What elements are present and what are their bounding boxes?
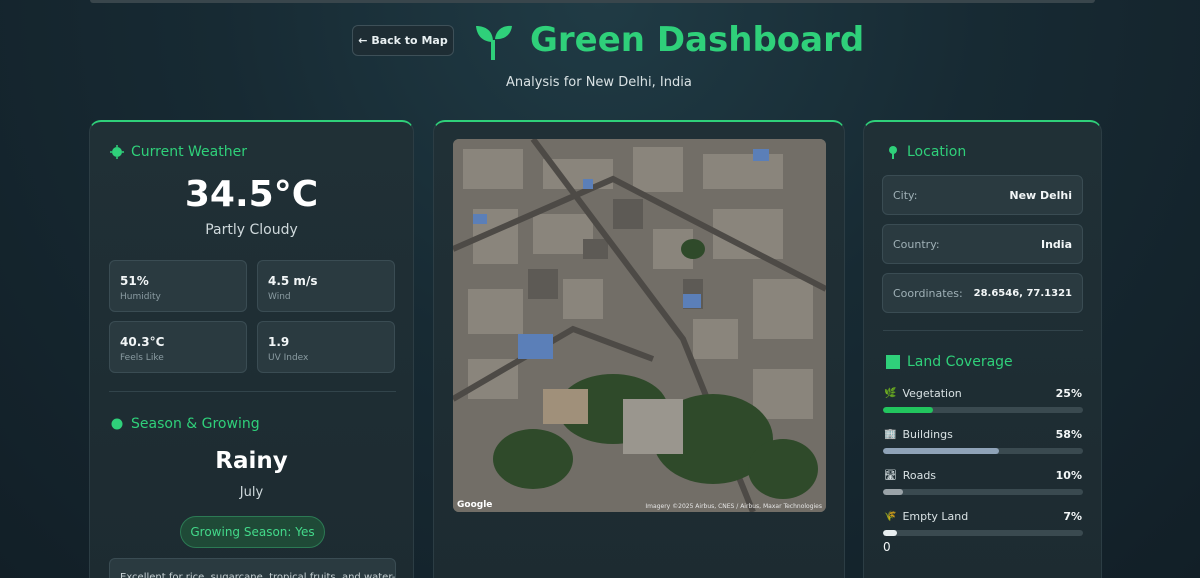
- weather-heading: Current Weather: [110, 144, 247, 160]
- weather-condition: Partly Cloudy: [205, 222, 298, 238]
- vegetation-bar-fill: [883, 407, 933, 413]
- map-pin-icon: [889, 146, 897, 159]
- field-icon: 🌾: [884, 511, 897, 522]
- feels-like-stat: 40.3°C Feels Like: [109, 321, 247, 373]
- wind-value: 4.5 m/s: [268, 274, 318, 288]
- humidity-label: Humidity: [120, 292, 161, 302]
- back-to-map-button[interactable]: ← Back to Map: [352, 25, 454, 56]
- city-value: New Delhi: [1009, 189, 1072, 202]
- square-icon: [886, 355, 900, 369]
- weather-heading-label: Current Weather: [131, 144, 247, 160]
- map-credit: Imagery ©2025 Airbus, CNES / Airbus, Max…: [645, 503, 822, 510]
- empty-land-label-text: Empty Land: [902, 510, 969, 523]
- humidity-stat: 51% Humidity: [109, 260, 247, 312]
- city-row: City: New Delhi: [882, 175, 1083, 215]
- growing-season-badge: Growing Season: Yes: [180, 516, 325, 548]
- roads-label-text: Roads: [902, 469, 937, 482]
- country-row: Country: India: [882, 224, 1083, 264]
- sun-icon: [111, 418, 123, 430]
- road-icon: 🛣: [884, 470, 897, 481]
- land-coverage-heading-label: Land Coverage: [907, 354, 1013, 370]
- section-divider: [883, 330, 1083, 331]
- temperature-value: 34.5°C: [184, 174, 319, 215]
- roads-percent: 10%: [1055, 469, 1082, 482]
- crop-advice: Excellent for rice, sugarcane, tropical …: [109, 558, 396, 578]
- sprout-logo-icon: [476, 25, 512, 60]
- uv-index-stat: 1.9 UV Index: [257, 321, 395, 373]
- page-title: Green Dashboard: [530, 20, 865, 60]
- location-card: Location City: New Delhi Country: India …: [863, 120, 1102, 578]
- wind-stat: 4.5 m/s Wind: [257, 260, 395, 312]
- vegetation-label: 🌿 Vegetation: [884, 387, 962, 400]
- satellite-map[interactable]: Google Imagery ©2025 Airbus, CNES / Airb…: [453, 139, 826, 512]
- country-value: India: [1041, 238, 1072, 251]
- buildings-bar: [883, 448, 1083, 454]
- stray-value: 0: [883, 540, 891, 554]
- map-card: Google Imagery ©2025 Airbus, CNES / Airb…: [433, 120, 845, 578]
- buildings-label-text: Buildings: [902, 428, 953, 441]
- building-icon: 🏢: [884, 429, 897, 440]
- feels-like-value: 40.3°C: [120, 335, 165, 349]
- coordinates-key: Coordinates:: [893, 287, 963, 300]
- weather-icon: [110, 145, 124, 159]
- empty-land-label: 🌾 Empty Land: [884, 510, 968, 523]
- roads-label: 🛣 Roads: [884, 469, 936, 482]
- uv-index-value: 1.9: [268, 335, 290, 349]
- leaf-icon: 🌿: [884, 388, 897, 399]
- buildings-label: 🏢 Buildings: [884, 428, 953, 441]
- land-coverage-heading: Land Coverage: [886, 354, 1013, 370]
- feels-like-label: Feels Like: [120, 353, 164, 363]
- vegetation-percent: 25%: [1055, 387, 1082, 400]
- browser-top-edge: [90, 0, 1095, 3]
- roads-bar: [883, 489, 1083, 495]
- coordinates-row: Coordinates: 28.6546, 77.1321: [882, 273, 1083, 313]
- humidity-value: 51%: [120, 274, 149, 288]
- vegetation-bar: [883, 407, 1083, 413]
- wind-label: Wind: [268, 292, 291, 302]
- vegetation-label-text: Vegetation: [902, 387, 962, 400]
- location-heading-label: Location: [907, 144, 967, 160]
- buildings-percent: 58%: [1055, 428, 1082, 441]
- roads-bar-fill: [883, 489, 903, 495]
- uv-index-label: UV Index: [268, 353, 309, 363]
- empty-land-bar: [883, 530, 1083, 536]
- season-heading: Season & Growing: [110, 416, 260, 432]
- country-key: Country:: [893, 238, 940, 251]
- section-divider: [109, 391, 396, 392]
- empty-land-bar-fill: [883, 530, 897, 536]
- coordinates-value: 28.6546, 77.1321: [973, 288, 1072, 299]
- season-month: July: [239, 485, 264, 500]
- season-heading-label: Season & Growing: [131, 416, 260, 432]
- location-heading: Location: [886, 144, 966, 160]
- google-watermark: Google: [457, 500, 493, 510]
- satellite-imagery: [453, 139, 826, 512]
- page-subtitle: Analysis for New Delhi, India: [506, 75, 692, 90]
- season-name: Rainy: [215, 448, 288, 474]
- empty-land-percent: 7%: [1063, 510, 1082, 523]
- city-key: City:: [893, 189, 918, 202]
- buildings-bar-fill: [883, 448, 999, 454]
- weather-card: Current Weather 34.5°C Partly Cloudy 51%…: [89, 120, 414, 578]
